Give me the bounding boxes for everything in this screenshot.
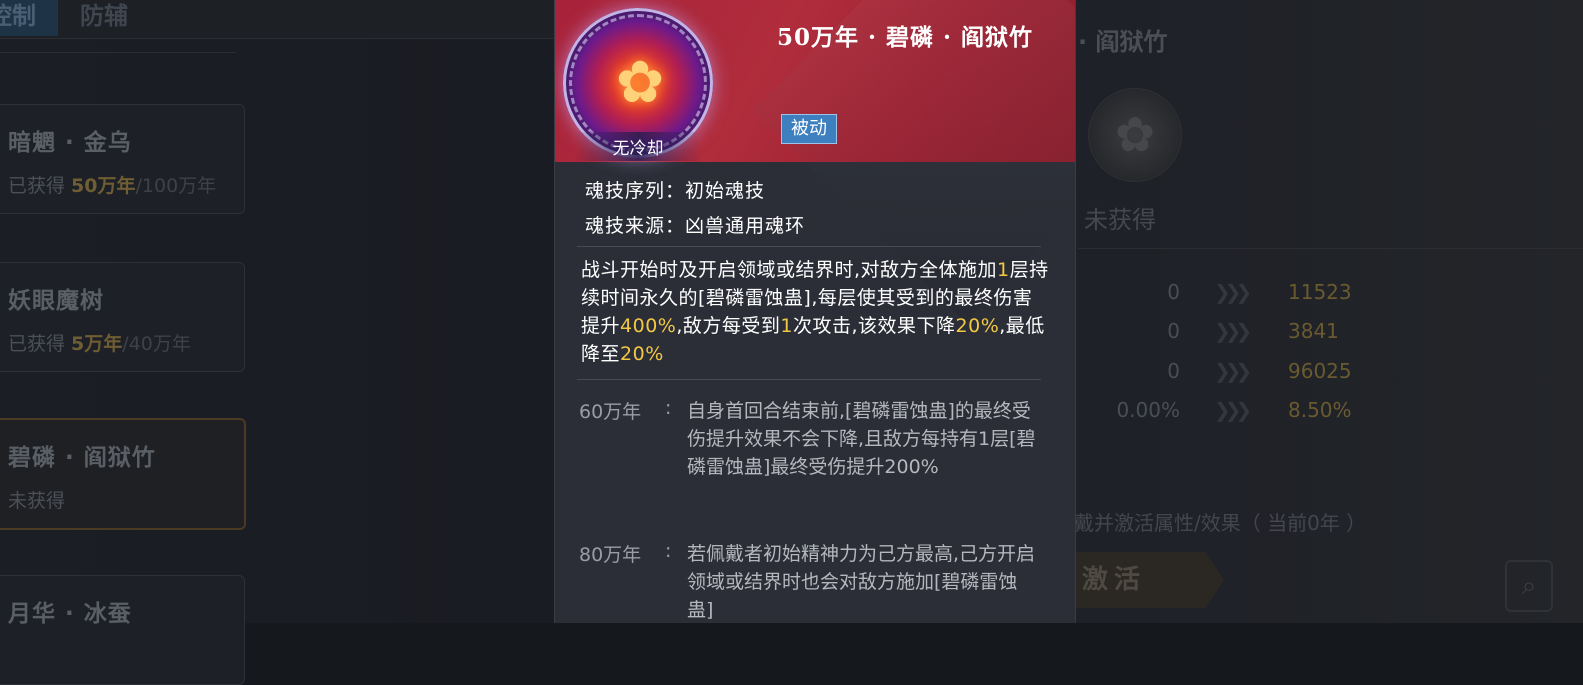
popup-header: ✿ 无冷却 50万年 · 碧磷 · 阎狱竹 被动 bbox=[555, 0, 1075, 162]
stat-row: 0 ❯❯❯ 96025 bbox=[1167, 359, 1352, 383]
skill-source: 魂技来源：凶兽通用魂环 bbox=[585, 215, 806, 237]
detail-title: · 阎狱竹 bbox=[1078, 28, 1168, 56]
tier-level: 60万年 bbox=[579, 401, 642, 423]
soul-ring-card[interactable]: 月华 · 冰蚕 bbox=[0, 575, 245, 685]
skill-type-badge: 被动 bbox=[781, 114, 837, 144]
stat-row: 0 ❯❯❯ 3841 bbox=[1167, 319, 1339, 343]
highlight-value: 1 bbox=[780, 315, 793, 337]
skill-title: 50万年 · 碧磷 · 阎狱竹 bbox=[777, 24, 1034, 51]
card-status: 已获得 50万年/100万年 bbox=[8, 175, 217, 197]
soul-ring-card-selected[interactable]: 碧磷 · 阎狱竹 未获得 bbox=[0, 418, 246, 530]
card-name: 暗魍 · 金乌 bbox=[8, 130, 132, 156]
detail-status: 未获得 bbox=[1084, 206, 1156, 234]
divider bbox=[577, 246, 1041, 247]
description-text: 战斗开始时及开启领域或结界时,对敌方全体施加 bbox=[581, 259, 998, 281]
search-icon[interactable]: ⌕ bbox=[1505, 560, 1553, 612]
highlight-value: 20% bbox=[620, 343, 664, 365]
activate-button[interactable]: 激活 bbox=[1074, 552, 1224, 608]
flower-emblem-icon bbox=[1088, 88, 1182, 182]
double-arrow-icon: ❯❯❯ bbox=[1214, 359, 1252, 383]
soul-ring-card[interactable]: 妖眼魔树 已获得 5万年/40万年 bbox=[0, 262, 245, 372]
description-text: 次攻击,该效果下降 bbox=[792, 315, 956, 337]
skill-description: 战斗开始时及开启领域或结界时,对敌方全体施加1层持续时间永久的[碧磷雷蚀蛊],每… bbox=[581, 256, 1051, 368]
tier-text: 若佩戴者初始精神力为己方最高,己方开启领域或结界时也会对敌方施加[碧磷雷蚀蛊] bbox=[687, 543, 1036, 621]
stat-row: 0 ❯❯❯ 11523 bbox=[1167, 280, 1352, 304]
flower-emblem-icon: ✿ bbox=[615, 48, 665, 116]
tab-control[interactable]: 控制 bbox=[0, 0, 58, 36]
highlight-value: 1 bbox=[997, 259, 1010, 281]
stat-row: 0.00% ❯❯❯ 8.50% bbox=[1116, 398, 1352, 422]
description-text: ,敌方每受到 bbox=[676, 315, 781, 337]
divider bbox=[0, 52, 236, 53]
highlight-value: 400% bbox=[620, 315, 677, 337]
highlight-value: 20% bbox=[955, 315, 1000, 337]
double-arrow-icon: ❯❯❯ bbox=[1214, 280, 1252, 304]
card-status: 未获得 bbox=[8, 490, 66, 512]
card-name: 碧磷 · 阎狱竹 bbox=[8, 445, 156, 471]
card-status: 已获得 5万年/40万年 bbox=[8, 333, 191, 355]
divider bbox=[1078, 248, 1583, 249]
activation-note: 戴并激活属性/效果（ 当前0年 ） bbox=[1074, 511, 1367, 535]
card-name: 妖眼魔树 bbox=[8, 288, 104, 314]
cooldown-label: 无冷却 bbox=[575, 132, 701, 161]
soul-ring-card[interactable]: 暗魍 · 金乌 已获得 50万年/100万年 bbox=[0, 104, 245, 214]
skill-sequence: 魂技序列：初始魂技 bbox=[585, 180, 766, 202]
tab-defense[interactable]: 防辅 bbox=[80, 0, 128, 36]
category-tab-bar: 控制 防辅 bbox=[0, 0, 560, 39]
tier-text: 自身首回合结束前,[碧磷雷蚀蛊]的最终受伤提升效果不会下降,且敌方每持有1层[碧… bbox=[687, 400, 1036, 478]
double-arrow-icon: ❯❯❯ bbox=[1214, 398, 1252, 422]
skill-detail-popup: ✿ 无冷却 50万年 · 碧磷 · 阎狱竹 被动 魂技序列：初始魂技 魂技来源：… bbox=[554, 0, 1076, 623]
divider bbox=[577, 379, 1041, 380]
tier-level: 80万年 bbox=[579, 544, 642, 566]
double-arrow-icon: ❯❯❯ bbox=[1214, 319, 1252, 343]
